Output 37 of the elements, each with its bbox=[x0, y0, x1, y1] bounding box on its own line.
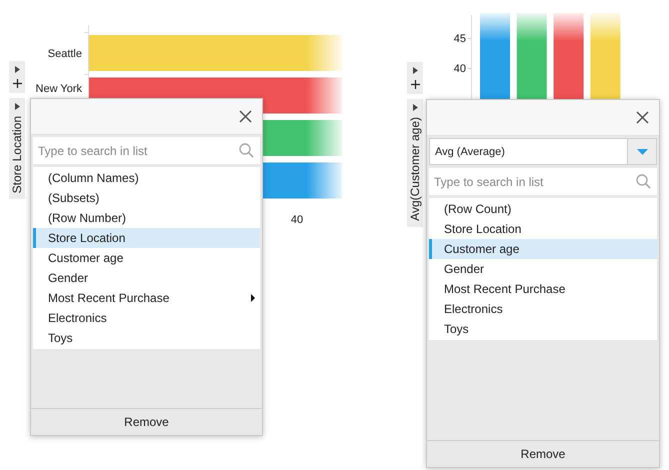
aggregation-dropdown[interactable]: Avg (Average) bbox=[429, 138, 657, 165]
list-item[interactable]: Electronics bbox=[429, 299, 657, 319]
category-label: Seattle bbox=[48, 48, 82, 60]
tick-label: 40 bbox=[454, 63, 466, 75]
list-item[interactable]: (Subsets) bbox=[33, 188, 260, 208]
add-icon[interactable] bbox=[410, 80, 420, 89]
category-label: New York bbox=[36, 83, 82, 95]
expand-icon[interactable] bbox=[412, 67, 418, 74]
list-item[interactable]: Electronics bbox=[33, 308, 260, 328]
list-item[interactable]: Most Recent Purchase bbox=[429, 279, 657, 299]
add-axis-tab[interactable] bbox=[9, 61, 25, 93]
list-item[interactable]: Toys bbox=[33, 328, 260, 348]
list-item[interactable]: Gender bbox=[33, 268, 260, 288]
list-item[interactable]: Customer age bbox=[33, 248, 260, 268]
close-icon[interactable] bbox=[239, 110, 252, 123]
expand-icon[interactable] bbox=[14, 66, 20, 73]
tick-label: 45 bbox=[454, 33, 466, 45]
remove-button[interactable]: Remove bbox=[427, 440, 659, 467]
submenu-arrow-icon[interactable] bbox=[251, 294, 255, 302]
list-item[interactable]: (Column Names) bbox=[33, 168, 260, 188]
expand-icon[interactable] bbox=[14, 103, 20, 110]
search-field[interactable]: Type to search in list bbox=[33, 137, 260, 164]
remove-button[interactable]: Remove bbox=[31, 408, 262, 435]
list-item[interactable]: Store Location bbox=[429, 219, 657, 239]
list-item[interactable]: Store Location bbox=[33, 228, 260, 248]
close-icon[interactable] bbox=[636, 111, 649, 124]
add-icon[interactable] bbox=[12, 79, 22, 88]
list-item[interactable]: Gender bbox=[429, 259, 657, 279]
expand-icon[interactable] bbox=[412, 104, 418, 111]
list-item[interactable]: (Row Count) bbox=[429, 199, 657, 219]
list-item[interactable]: Customer age bbox=[429, 239, 657, 259]
search-field[interactable]: Type to search in list bbox=[429, 168, 657, 195]
list-item[interactable]: Most Recent Purchase bbox=[33, 288, 260, 308]
list-item[interactable]: (Row Number) bbox=[33, 208, 260, 228]
tick-label: 40 bbox=[290, 214, 304, 226]
add-axis-tab[interactable] bbox=[407, 62, 423, 94]
list-item[interactable]: Toys bbox=[429, 319, 657, 339]
